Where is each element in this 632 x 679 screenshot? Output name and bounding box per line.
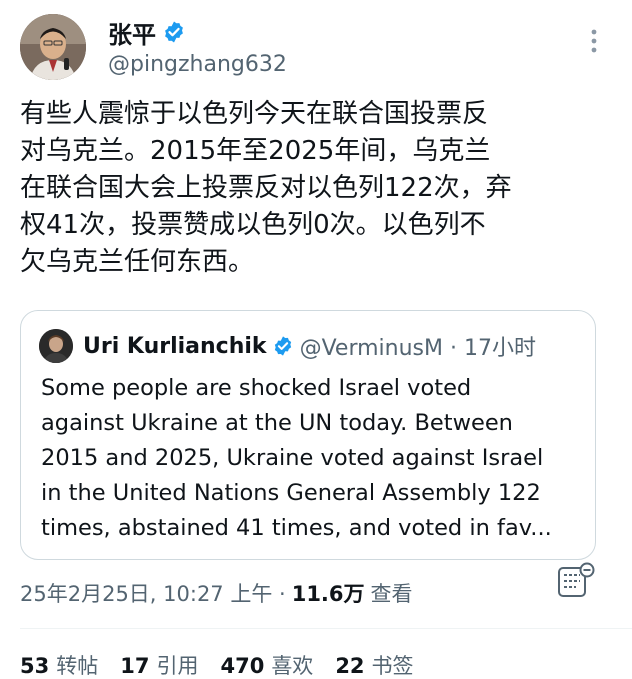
avatar-image (20, 14, 86, 80)
quoted-tweet-text: Some people are shocked Israel voted aga… (41, 375, 552, 541)
stat-label: 引用 (156, 654, 199, 678)
author-display-name[interactable]: 张平 (108, 15, 156, 50)
quoted-tweet-header: Uri Kurlianchik @VerminusM · 17小时 (83, 329, 536, 363)
stat-label: 转帖 (56, 654, 99, 678)
analytics-icon[interactable] (556, 562, 598, 600)
tweet-timestamp[interactable]: 25年2月25日, 10:27 上午 · (20, 578, 286, 608)
quoted-avatar-image (39, 329, 73, 363)
quoted-author-avatar (39, 329, 73, 363)
verified-badge-icon (165, 21, 183, 43)
view-label: 查看 (370, 582, 413, 606)
view-count: 11.6万 (291, 582, 365, 606)
stat-count: 470 (220, 654, 265, 678)
stat-count: 17 (120, 654, 150, 678)
tweet-detail: 张平 @pingzhang632 有些人震惊于以色列今天在联合国投票反 对乌克兰… (0, 0, 632, 679)
stat-count: 22 (335, 654, 365, 678)
stat-likes[interactable]: 470 喜欢 (220, 650, 313, 679)
tweet-meta: 25年2月25日, 10:27 上午 · 11.6万 查看 (20, 578, 413, 608)
stats-divider (20, 628, 632, 629)
stat-quotes[interactable]: 17 引用 (120, 650, 198, 679)
author-name-row: 张平 (108, 15, 287, 50)
stat-label: 书签 (371, 654, 414, 678)
author-handle[interactable]: @pingzhang632 (108, 52, 287, 77)
stat-bookmarks[interactable]: 22 书签 (335, 650, 413, 679)
tweet-text: 有些人震惊于以色列今天在联合国投票反 对乌克兰。2015年至2025年间，乌克兰… (20, 99, 512, 277)
quoted-author-handle-time: @VerminusM · 17小时 (299, 336, 536, 361)
quoted-verified-badge-icon (274, 336, 291, 356)
quoted-tweet-card[interactable]: Uri Kurlianchik @VerminusM · 17小时 Some p… (20, 310, 596, 560)
author-avatar[interactable] (20, 14, 86, 80)
quoted-author-name: Uri Kurlianchik (83, 333, 267, 359)
stat-reposts[interactable]: 53 转帖 (20, 650, 98, 679)
engagement-stats: 53 转帖 17 引用 470 喜欢 22 书签 (20, 650, 436, 679)
more-vertical-icon[interactable] (590, 28, 598, 54)
stat-label: 喜欢 (271, 654, 314, 678)
stat-count: 53 (20, 654, 50, 678)
author-info: 张平 @pingzhang632 (108, 15, 287, 78)
